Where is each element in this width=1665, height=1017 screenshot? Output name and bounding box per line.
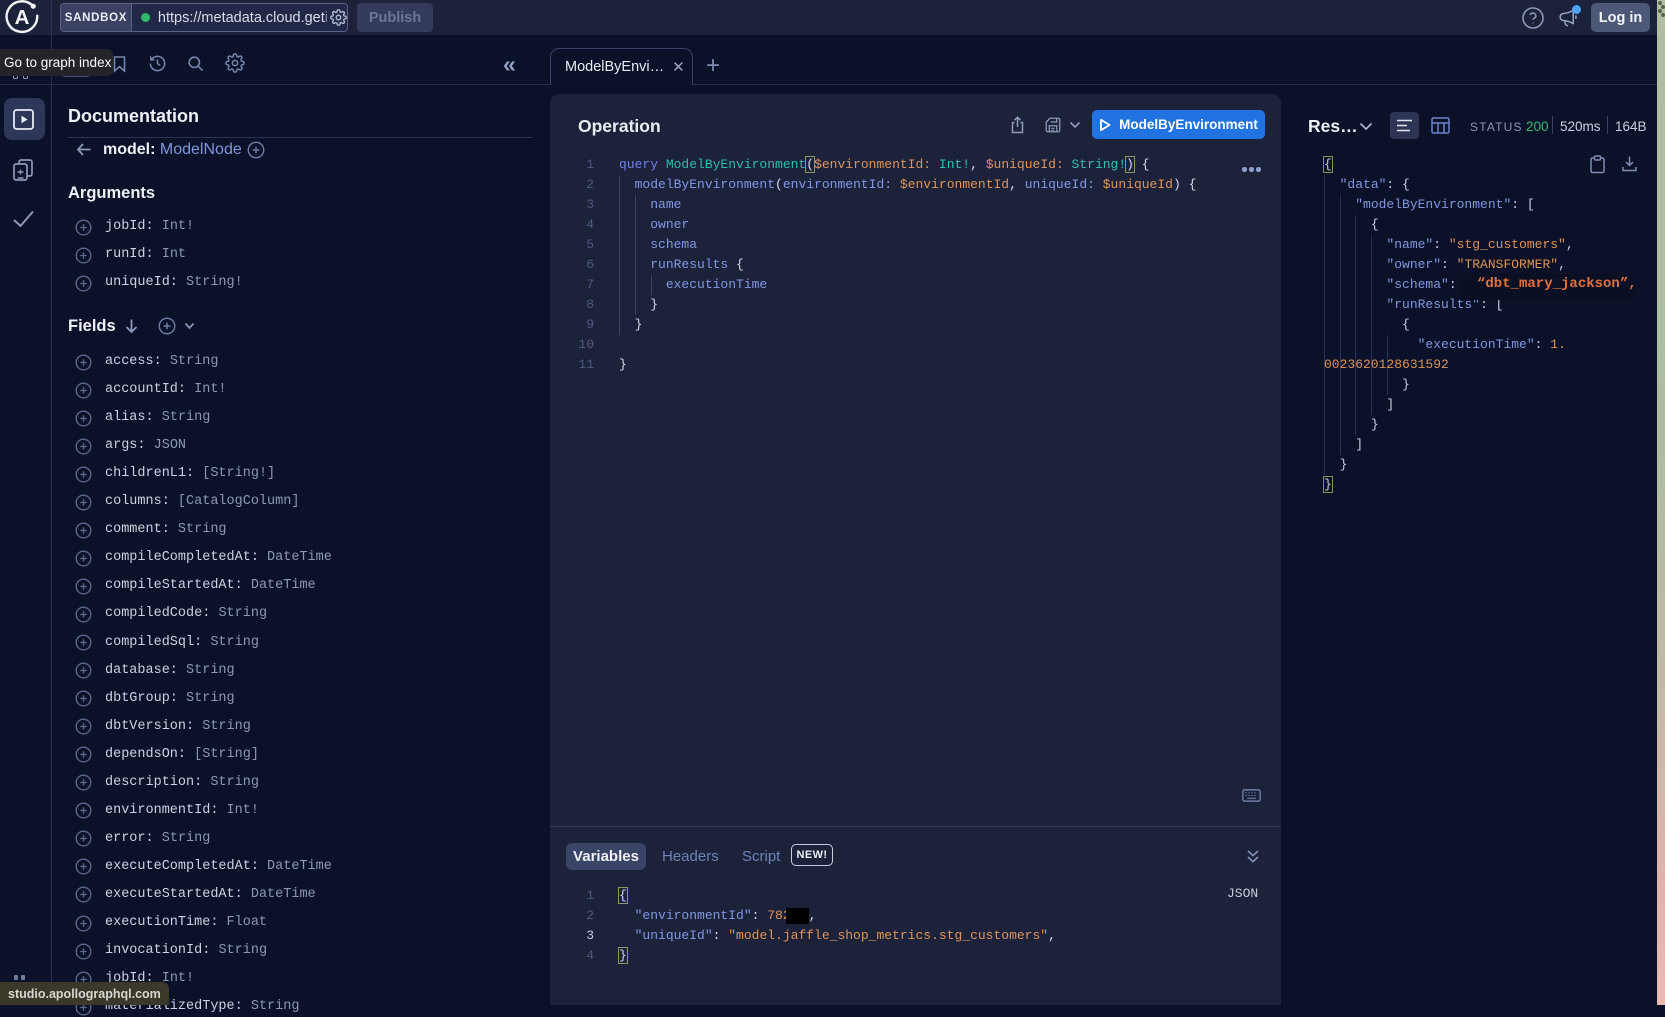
svg-text:A: A xyxy=(15,6,30,29)
